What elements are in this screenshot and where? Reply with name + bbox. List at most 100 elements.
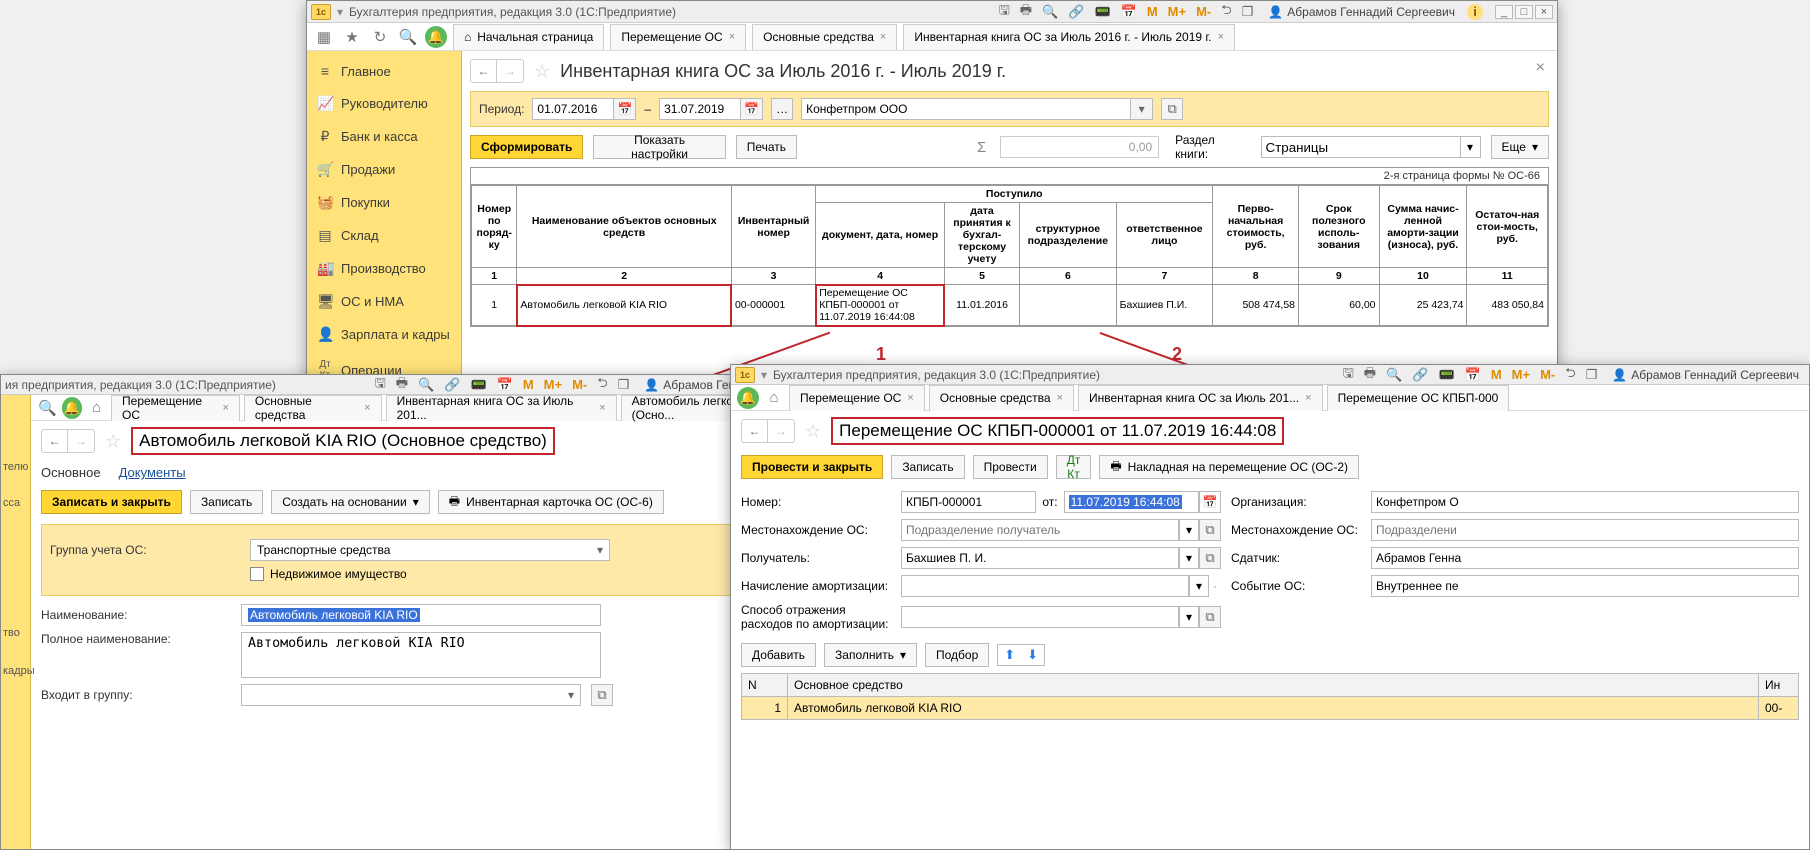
dropdown-icon[interactable]: ▾ — [1189, 575, 1209, 597]
loc2-input[interactable] — [1371, 519, 1799, 541]
tab-inv-book[interactable]: Инвентарная книга ОС за Июль 2016 г. - И… — [903, 24, 1235, 50]
settings-button[interactable]: Показать настройки — [593, 135, 725, 159]
search-icon[interactable]: 🔍 — [1383, 367, 1405, 383]
close-icon[interactable]: × — [907, 392, 913, 404]
apps-icon[interactable]: ▦ — [313, 26, 335, 48]
bell-icon[interactable]: 🔔 — [737, 387, 759, 409]
calendar-icon[interactable]: 📅 — [1199, 491, 1221, 513]
close-icon[interactable]: × — [729, 31, 735, 43]
ingroup-select[interactable]: ▾ — [241, 684, 581, 706]
link-icon[interactable]: 🔗 — [1065, 4, 1087, 20]
section-select[interactable] — [1261, 136, 1461, 158]
date-from-input[interactable] — [532, 98, 614, 120]
table-row[interactable]: 1 Автомобиль легковой KIA RIO 00- — [742, 697, 1799, 720]
arrow-down-icon[interactable]: ▾ — [337, 5, 343, 19]
realestate-checkbox[interactable] — [250, 567, 264, 581]
windows-icon[interactable]: ❐ — [615, 377, 633, 393]
print-icon[interactable]: 🖶 — [393, 374, 411, 396]
windows-icon[interactable]: ❐ — [1239, 4, 1257, 20]
arrow-down-icon[interactable]: ▾ — [761, 368, 767, 382]
minimize-icon[interactable]: _ — [1495, 5, 1513, 19]
mminus-icon[interactable]: M- — [1193, 4, 1214, 19]
dtkt-button[interactable]: ДтКт — [1056, 455, 1092, 479]
close-icon[interactable]: × — [1535, 5, 1553, 19]
calendar-icon[interactable]: 📅 — [1462, 367, 1484, 383]
up-icon[interactable]: ⬆ — [1000, 647, 1019, 663]
calendar-icon[interactable]: 📅 — [1118, 4, 1140, 20]
tab[interactable]: Перемещение ОС КПБП-000 — [1327, 385, 1510, 411]
close-icon[interactable]: × — [1057, 392, 1063, 404]
forward-icon[interactable]: → — [768, 420, 794, 442]
save-close-button[interactable]: Записать и закрыть — [41, 490, 182, 514]
period-picker-icon[interactable]: … — [771, 98, 793, 120]
forward-icon[interactable]: → — [497, 60, 523, 82]
favorite-icon[interactable]: ☆ — [805, 421, 821, 442]
back-nav-icon[interactable]: ⮌ — [1562, 364, 1578, 386]
close-icon[interactable]: × — [364, 402, 370, 414]
dropdown-icon[interactable]: ▾ — [1179, 547, 1199, 569]
close-icon[interactable]: × — [1536, 59, 1545, 77]
dropdown-icon[interactable]: ▾ — [1179, 519, 1199, 541]
nav-salary[interactable]: 👤Зарплата и кадры — [307, 318, 461, 351]
link-icon[interactable]: 🔗 — [1409, 367, 1431, 383]
user-label[interactable]: 👤 Абрамов Геннадий Сергеевич — [1606, 368, 1805, 382]
send-input[interactable] — [1371, 547, 1799, 569]
org-input[interactable] — [801, 98, 1131, 120]
post-button[interactable]: Провести — [973, 455, 1048, 479]
group-select[interactable]: Транспортные средства▾ — [250, 539, 610, 561]
mminus-icon[interactable]: M- — [569, 377, 590, 392]
back-icon[interactable]: ← — [42, 430, 68, 452]
dropdown-icon[interactable]: ▾ — [1131, 98, 1153, 120]
amort-input[interactable] — [901, 575, 1189, 597]
table-row[interactable]: 1 Автомобиль легковой KIA RIO 00-000001 … — [472, 285, 1548, 326]
close-icon[interactable]: × — [1305, 392, 1311, 404]
nav-purch[interactable]: 🧺Покупки — [307, 186, 461, 219]
tab-move-os[interactable]: Перемещение ОС× — [610, 24, 746, 50]
bell-icon[interactable]: 🔔 — [425, 26, 447, 48]
open-icon[interactable]: ⧉ — [1199, 547, 1221, 569]
dropdown-icon[interactable]: ▾ — [1179, 606, 1199, 628]
bell-icon[interactable]: 🔔 — [62, 397, 83, 419]
tab[interactable]: Основные средства× — [929, 385, 1074, 411]
calc-icon[interactable]: 📟 — [467, 377, 489, 393]
recv-input[interactable] — [901, 547, 1179, 569]
loc-input[interactable] — [901, 519, 1179, 541]
close-icon[interactable]: × — [599, 402, 605, 414]
nav-main[interactable]: ≡Главное — [307, 55, 461, 87]
tab-os[interactable]: Основные средства× — [752, 24, 897, 50]
tab[interactable]: Перемещение ОС× — [789, 385, 925, 411]
info-icon[interactable]: i — [1467, 4, 1483, 20]
cell-name[interactable]: Автомобиль легковой KIA RIO — [517, 285, 732, 326]
search-icon[interactable]: 🔍 — [37, 397, 58, 419]
favorite-icon[interactable]: ☆ — [534, 61, 550, 82]
event-input[interactable] — [1371, 575, 1799, 597]
star-icon[interactable]: ★ — [341, 26, 363, 48]
open-icon[interactable]: ⧉ — [1199, 606, 1221, 628]
tab-home[interactable]: ⌂ Начальная страница — [453, 24, 604, 50]
calc-icon[interactable]: 📟 — [1435, 367, 1457, 383]
post-close-button[interactable]: Провести и закрыть — [741, 455, 883, 479]
calc-icon[interactable]: 📟 — [1091, 4, 1113, 20]
more-button[interactable]: Еще ▾ — [1491, 135, 1549, 159]
nav-sales[interactable]: 🛒Продажи — [307, 153, 461, 186]
m-icon[interactable]: M — [1144, 4, 1161, 19]
pick-button[interactable]: Подбор — [925, 643, 989, 667]
tab[interactable]: Перемещение ОС× — [111, 395, 240, 421]
mminus-icon[interactable]: M- — [1537, 367, 1558, 382]
close-icon[interactable]: × — [880, 31, 886, 43]
date-input[interactable]: 11.07.2019 16:44:08 — [1064, 491, 1199, 513]
search-icon[interactable]: 🔍 — [397, 26, 419, 48]
tab[interactable]: Инвентарная книга ОС за Июль 201...× — [386, 395, 617, 421]
nav-os[interactable]: 🖥ОС и НМА — [307, 285, 461, 318]
tab[interactable]: Основные средства× — [244, 395, 382, 421]
way-input[interactable] — [901, 606, 1179, 628]
history-icon[interactable]: ↻ — [369, 26, 391, 48]
mplus-icon[interactable]: M+ — [1165, 4, 1189, 19]
name-input[interactable]: Автомобиль легковой KIA RIO — [241, 604, 601, 626]
save-icon[interactable]: 🖫 — [996, 1, 1013, 23]
dropdown-icon[interactable]: ▾ — [1461, 136, 1481, 158]
calendar-icon[interactable]: 📅 — [741, 98, 763, 120]
close-icon[interactable]: × — [222, 402, 228, 414]
print-button[interactable]: Печать — [736, 135, 797, 159]
nav-bank[interactable]: ₽Банк и касса — [307, 120, 461, 153]
